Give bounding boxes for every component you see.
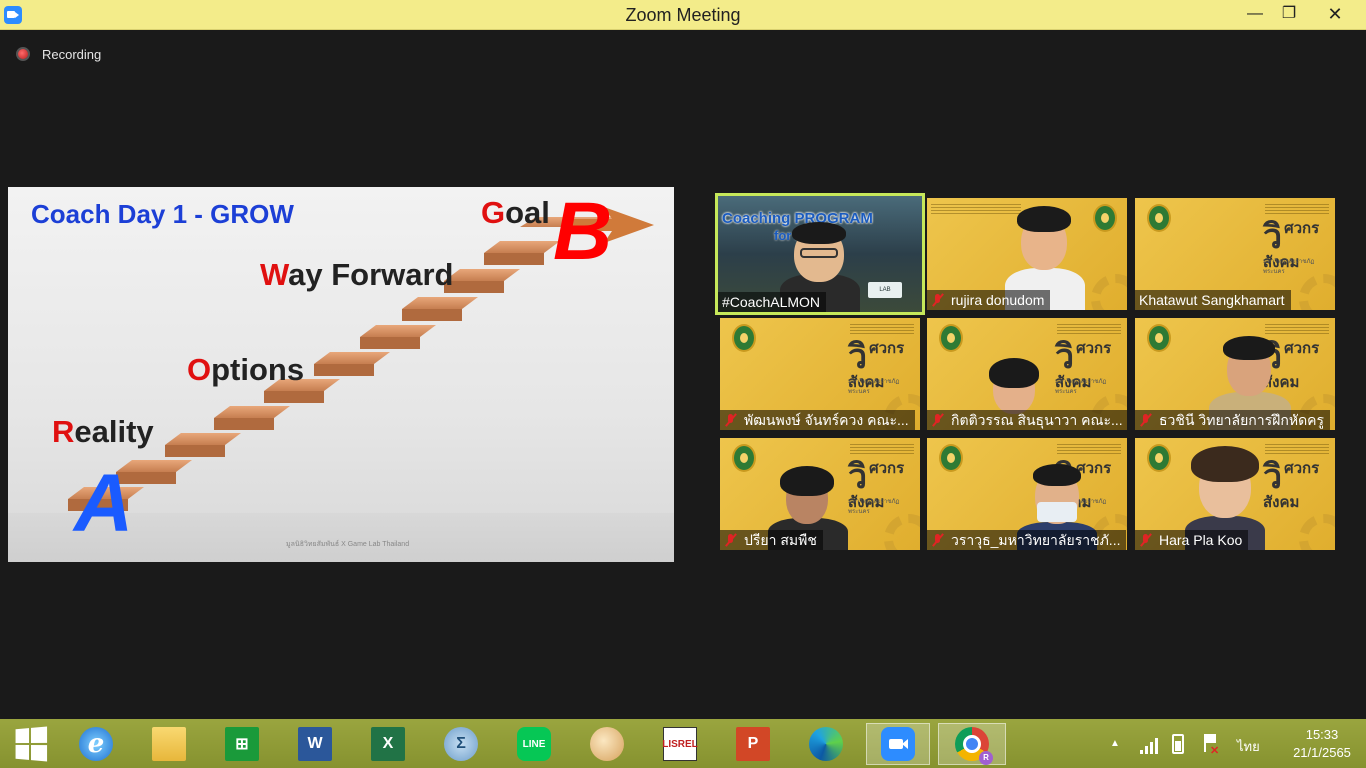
system-clock[interactable]: 15:33 21/1/2565 — [1290, 726, 1354, 762]
university-emblem — [1147, 444, 1171, 472]
university-emblem — [732, 324, 756, 352]
university-emblem — [939, 324, 963, 352]
video-tile[interactable]: rujira donudom — [927, 198, 1127, 310]
taskbar-file-explorer[interactable] — [141, 723, 197, 765]
taskbar-word[interactable]: W — [287, 723, 343, 765]
video-tile[interactable]: วิ ศวกร สังคม ธวชินี วิทยาลัยการฝึกหัดครู — [1135, 318, 1335, 430]
recording-icon — [16, 47, 30, 61]
network-signal-icon[interactable] — [1140, 734, 1160, 754]
taskbar-powerpoint[interactable]: P — [725, 723, 781, 765]
step-goal: Goal — [481, 195, 550, 230]
show-hidden-icons-button[interactable]: ▲ — [1110, 719, 1122, 768]
participant-name: ปรียา สมพืช — [720, 530, 823, 550]
letter-b: B — [553, 187, 613, 277]
participant-name: พัฒนพงษ์ จันทร์ควง คณะ... — [720, 410, 915, 430]
lisrel-icon: LISREL — [662, 727, 698, 761]
taskbar-lisrel[interactable]: LISREL — [652, 723, 708, 765]
powerpoint-icon: P — [736, 727, 770, 761]
step-reality: Reality — [52, 414, 154, 449]
participant-name: #CoachALMON — [718, 292, 827, 312]
internet-explorer-icon: e — [79, 727, 113, 761]
taskbar-excel[interactable]: X — [360, 723, 416, 765]
university-emblem — [1093, 204, 1117, 232]
battery-icon[interactable] — [1172, 734, 1184, 754]
step-way-forward: Way Forward — [260, 257, 454, 292]
taskbar-store[interactable]: ⊞ — [214, 723, 270, 765]
mic-muted-icon — [724, 533, 738, 547]
game-lab-badge: LAB — [868, 282, 902, 298]
taskbar: e ⊞ W X Σ LINE LISREL P R ▲ ✕ ไทย 15:33 — [0, 719, 1366, 768]
store-icon: ⊞ — [225, 727, 259, 761]
mic-muted-icon — [931, 533, 945, 547]
excel-icon: X — [371, 727, 405, 761]
video-tile[interactable]: วิ ศวกร สังคม มหาวิทยาลัยราชภัฏพระนคร ปรีย… — [720, 438, 920, 550]
participant-name: rujira donudom — [927, 290, 1051, 310]
video-tile[interactable]: วิ ศวกร สังคม มหาวิทยาลัยราชภัฏพระนคร กิตต… — [927, 318, 1127, 430]
taskbar-math-input[interactable]: Σ — [433, 723, 489, 765]
video-tile[interactable]: วิศวกรสังคม มหาวิทยาลัยราชภัฏพระนคร วราว… — [927, 438, 1127, 550]
word-icon: W — [298, 727, 332, 761]
mic-muted-icon — [724, 413, 738, 427]
chrome-icon: R — [955, 727, 993, 765]
taskbar-edge[interactable] — [798, 723, 854, 765]
slide-footer: มูลนิธิวิทยสัมพันธ์ X Game Lab Thailand — [286, 541, 410, 548]
mic-muted-icon — [931, 413, 945, 427]
letter-a: A — [74, 458, 134, 549]
recording-label: Recording — [42, 46, 102, 62]
shared-screen: Coach Day 1 - GROW Goal Way Forward Opti… — [8, 187, 674, 562]
video-tile[interactable]: วิ ศวกร สังคม Hara Pla Koo — [1135, 438, 1335, 550]
folder-icon — [152, 727, 186, 761]
participant-name: Khatawut Sangkhamart — [1135, 290, 1291, 310]
language-indicator[interactable]: ไทย — [1237, 736, 1260, 757]
mic-muted-icon — [1139, 533, 1153, 547]
participant-name: วราวุธ_มหาวิทยาลัยราชภั... — [927, 530, 1127, 550]
taskbar-line[interactable]: LINE — [506, 723, 562, 765]
university-emblem — [1147, 324, 1171, 352]
windows-icon — [15, 726, 48, 762]
taskbar-internet-explorer[interactable]: e — [68, 723, 124, 765]
zoom-icon — [881, 727, 915, 761]
participant-name: Hara Pla Koo — [1135, 530, 1249, 550]
tile-logo: วิศวกรสังคม — [1263, 458, 1320, 511]
line-icon: LINE — [517, 727, 551, 761]
clock-time: 15:33 — [1305, 727, 1339, 742]
edge-icon — [809, 727, 843, 761]
paint-palette-icon — [590, 727, 624, 761]
university-emblem — [939, 444, 963, 472]
slide-title: Coach Day 1 - GROW — [31, 199, 294, 229]
recording-indicator[interactable]: Recording — [16, 44, 101, 64]
university-emblem — [732, 444, 756, 472]
close-button[interactable]: ✕ — [1312, 0, 1358, 30]
video-tile[interactable]: วิ ศวกร สังคม มหาวิทยาลัยราชภัฏพระนคร Khat… — [1135, 198, 1335, 310]
mic-muted-icon — [931, 293, 945, 307]
title-bar: Zoom Meeting — ❐ ✕ — [0, 0, 1366, 30]
mic-muted-icon — [1139, 413, 1153, 427]
participant-name: กิตติวรรณ สินธุนาวา คณะ... — [927, 410, 1127, 430]
video-tile-coach[interactable]: Coaching PROGRAM for lecturer LAB #Coach… — [715, 193, 925, 315]
taskbar-chrome[interactable]: R — [938, 723, 1006, 765]
taskbar-zoom[interactable] — [866, 723, 930, 765]
taskbar-paint[interactable] — [579, 723, 635, 765]
flag-error-icon: ✕ — [1210, 745, 1220, 757]
video-tile[interactable]: วิ ศวกร สังคม มหาวิทยาลัยราชภัฏพระนคร พัฒน… — [720, 318, 920, 430]
coach-banner: Coaching PROGRAM — [722, 210, 873, 227]
window-title: Zoom Meeting — [625, 5, 741, 25]
start-button[interactable] — [2, 723, 58, 765]
university-emblem — [1147, 204, 1171, 232]
step-options: Options — [187, 352, 305, 387]
participant-name: ธวชินี วิทยาลัยการฝึกหัดครู — [1135, 410, 1331, 430]
clock-date: 21/1/2565 — [1293, 745, 1351, 760]
maximize-button[interactable]: ❐ — [1266, 0, 1312, 30]
math-input-icon: Σ — [444, 727, 478, 761]
chrome-profile-badge: R — [979, 751, 993, 765]
